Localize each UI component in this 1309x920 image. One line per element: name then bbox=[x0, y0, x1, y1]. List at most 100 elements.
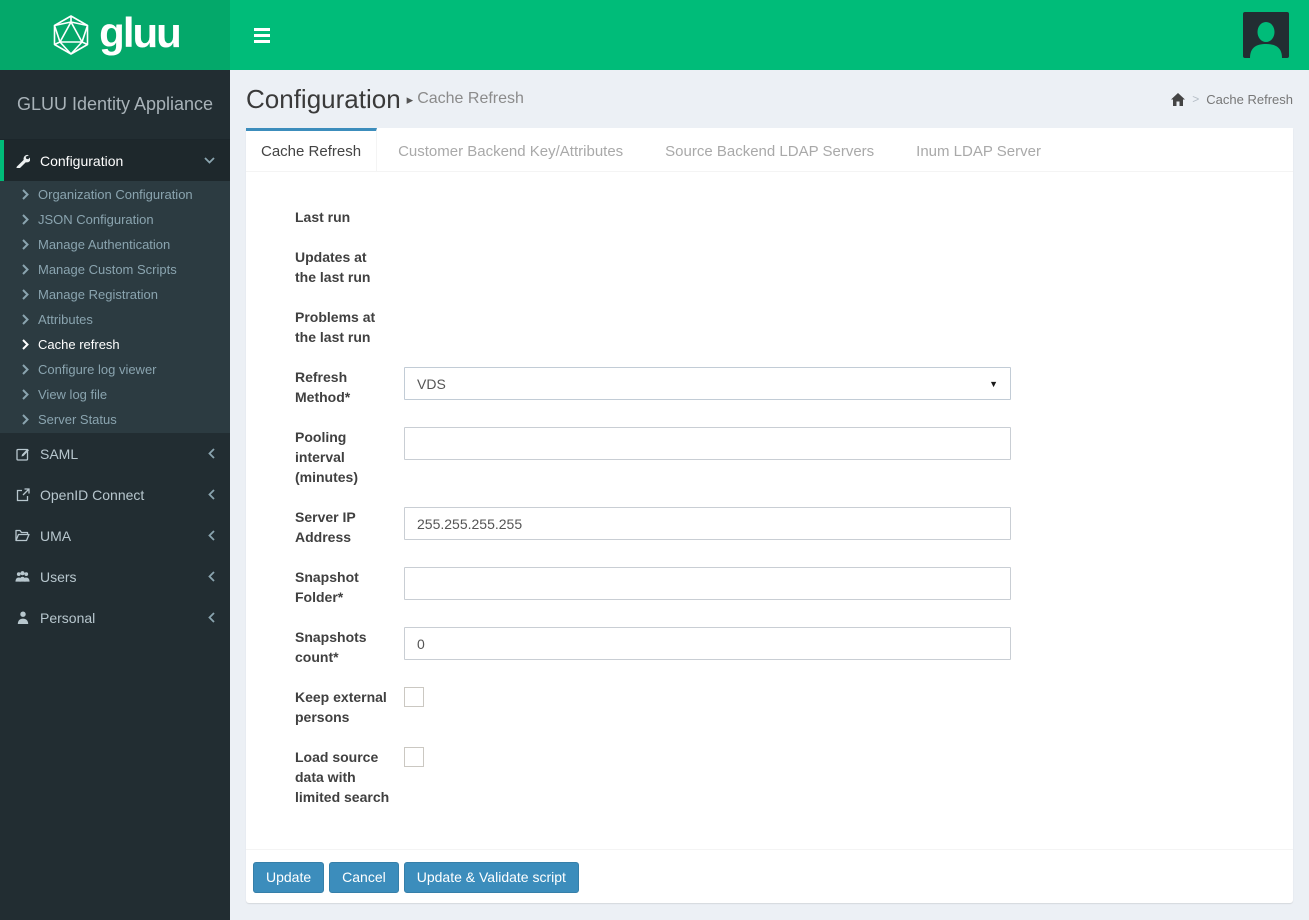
sidebar-item-openid-connect[interactable]: OpenID Connect bbox=[0, 474, 230, 515]
last-run-value bbox=[404, 207, 1011, 208]
sidebar-subitem[interactable]: Configure log viewer bbox=[0, 357, 230, 382]
sidebar-subitem-label: Manage Registration bbox=[38, 287, 158, 302]
problems-at-last-run-value bbox=[404, 307, 1011, 308]
content-header: Configuration ▸ Cache Refresh > Cache Re… bbox=[246, 70, 1293, 128]
sidebar-subitem[interactable]: Cache refresh bbox=[0, 332, 230, 357]
sidebar-item-label: Personal bbox=[40, 609, 96, 626]
update-and-validate-script-button[interactable]: Update & Validate script bbox=[403, 862, 579, 893]
breadcrumb-current: Cache Refresh bbox=[1206, 91, 1293, 107]
chevron-left-icon bbox=[208, 489, 215, 500]
external-link-icon bbox=[15, 487, 30, 502]
sidebar-item-uma[interactable]: UMA bbox=[0, 515, 230, 556]
sidebar-subitem-label: Manage Authentication bbox=[38, 237, 171, 252]
field-row-keep-external-persons: Keep external persons bbox=[295, 687, 1257, 727]
chevron-right-icon bbox=[22, 239, 29, 250]
sidebar-item-personal[interactable]: Personal bbox=[0, 597, 230, 638]
sidebar-item-label: OpenID Connect bbox=[40, 486, 145, 503]
field-row-refresh-method: Refresh Method* VDS ▼ bbox=[295, 367, 1257, 407]
cancel-button[interactable]: Cancel bbox=[329, 862, 399, 893]
sidebar-item-label: Users bbox=[40, 568, 77, 585]
snapshots-count-input[interactable] bbox=[404, 627, 1011, 660]
wrench-icon bbox=[15, 154, 30, 168]
tab-cache-refresh[interactable]: Cache Refresh bbox=[246, 128, 378, 171]
sidebar-subitem[interactable]: Manage Custom Scripts bbox=[0, 257, 230, 282]
chevron-right-icon bbox=[22, 289, 29, 300]
tab-source-backend-ldap-servers[interactable]: Source Backend LDAP Servers bbox=[644, 128, 895, 171]
edit-icon bbox=[15, 447, 30, 461]
chevron-right-icon bbox=[22, 314, 29, 325]
sidebar-subitem[interactable]: JSON Configuration bbox=[0, 207, 230, 232]
home-icon[interactable] bbox=[1171, 92, 1186, 106]
top-navbar: gluu bbox=[0, 0, 1309, 70]
tab-customer-backend-key-attributes[interactable]: Customer Backend Key/Attributes bbox=[377, 128, 644, 171]
server-ip-address-input[interactable] bbox=[404, 507, 1011, 540]
field-row-snapshot-folder: Snapshot Folder* bbox=[295, 567, 1257, 607]
sidebar-subitem-label: Cache refresh bbox=[38, 337, 120, 352]
brand-logo[interactable]: gluu bbox=[0, 0, 230, 70]
configuration-submenu: Organization Configuration JSON Configur… bbox=[0, 181, 230, 433]
sidebar-subitem-label: View log file bbox=[38, 387, 108, 402]
sidebar-subitem-label: Server Status bbox=[38, 412, 117, 427]
sidebar-toggle-button[interactable] bbox=[246, 0, 278, 70]
sidebar-item-users[interactable]: Users bbox=[0, 556, 230, 597]
chevron-right-icon bbox=[22, 214, 29, 225]
chevron-right-icon bbox=[22, 339, 29, 350]
gluu-polyhedron-icon bbox=[50, 14, 92, 56]
sidebar-subitem-label: Manage Custom Scripts bbox=[38, 262, 177, 277]
update-button[interactable]: Update bbox=[253, 862, 325, 893]
field-label: Last run bbox=[295, 209, 351, 225]
folder-open-icon bbox=[15, 529, 30, 542]
page-title: Configuration ▸ Cache Refresh bbox=[246, 84, 524, 115]
field-label: Server IP Address bbox=[295, 509, 356, 545]
sidebar-item-label: SAML bbox=[40, 445, 79, 462]
sidebar-subitem[interactable]: Attributes bbox=[0, 307, 230, 332]
field-row-last-run: Last run bbox=[295, 207, 1257, 227]
chevron-right-icon bbox=[22, 264, 29, 275]
refresh-method-select[interactable]: VDS ▼ bbox=[404, 367, 1011, 400]
form-actions: Update Cancel Update & Validate script bbox=[246, 849, 1293, 903]
chevron-down-icon bbox=[204, 157, 215, 164]
snapshot-folder-input[interactable] bbox=[404, 567, 1011, 600]
chevron-left-icon bbox=[208, 571, 215, 582]
sidebar-subitem[interactable]: View log file bbox=[0, 382, 230, 407]
caret-right-icon: ▸ bbox=[406, 92, 414, 107]
user-silhouette-icon bbox=[1247, 18, 1285, 58]
breadcrumb: > Cache Refresh bbox=[1171, 92, 1293, 107]
sidebar-subitem-label: Attributes bbox=[38, 312, 93, 327]
keep-external-persons-checkbox[interactable] bbox=[404, 687, 424, 707]
sidebar-subitem[interactable]: Manage Registration bbox=[0, 282, 230, 307]
sidebar-subitem[interactable]: Organization Configuration bbox=[0, 182, 230, 207]
updates-at-last-run-value bbox=[404, 247, 1011, 248]
chevron-left-icon bbox=[208, 448, 215, 459]
chevron-right-icon bbox=[22, 389, 29, 400]
main-content: Configuration ▸ Cache Refresh > Cache Re… bbox=[230, 70, 1309, 920]
field-label: Problems at the last run bbox=[295, 309, 376, 345]
cache-refresh-panel: Cache Refresh Customer Backend Key/Attri… bbox=[246, 128, 1293, 903]
cache-refresh-form: Last run Updates at the last run Problem… bbox=[246, 172, 1293, 849]
field-row-problems-at-last-run: Problems at the last run bbox=[295, 307, 1257, 347]
breadcrumb-separator: > bbox=[1192, 92, 1200, 106]
user-avatar[interactable] bbox=[1243, 12, 1289, 58]
appliance-title: GLUU Identity Appliance bbox=[0, 70, 230, 140]
refresh-method-selected-value: VDS bbox=[417, 375, 446, 392]
brand-logo-text: gluu bbox=[99, 9, 182, 56]
sidebar-subitem-label: Configure log viewer bbox=[38, 362, 157, 377]
field-label: Snapshots count* bbox=[295, 629, 367, 665]
chevron-left-icon bbox=[208, 612, 215, 623]
load-source-data-checkbox[interactable] bbox=[404, 747, 424, 767]
chevron-left-icon bbox=[208, 530, 215, 541]
pooling-interval-input[interactable] bbox=[404, 427, 1011, 460]
sidebar-item-label: UMA bbox=[40, 527, 72, 544]
sidebar-item-configuration[interactable]: Configuration bbox=[0, 140, 230, 181]
tab-inum-ldap-server[interactable]: Inum LDAP Server bbox=[895, 128, 1062, 171]
sidebar-subitem[interactable]: Server Status bbox=[0, 407, 230, 432]
field-label: Snapshot Folder* bbox=[295, 569, 359, 605]
chevron-right-icon bbox=[22, 414, 29, 425]
field-label: Refresh Method* bbox=[295, 369, 351, 405]
sidebar-subitem[interactable]: Manage Authentication bbox=[0, 232, 230, 257]
sidebar-subitem-label: JSON Configuration bbox=[38, 212, 154, 227]
sidebar-item-label: Configuration bbox=[40, 152, 124, 169]
tab-bar: Cache Refresh Customer Backend Key/Attri… bbox=[246, 128, 1293, 172]
field-label: Keep external persons bbox=[295, 689, 387, 725]
sidebar-item-saml[interactable]: SAML bbox=[0, 433, 230, 474]
